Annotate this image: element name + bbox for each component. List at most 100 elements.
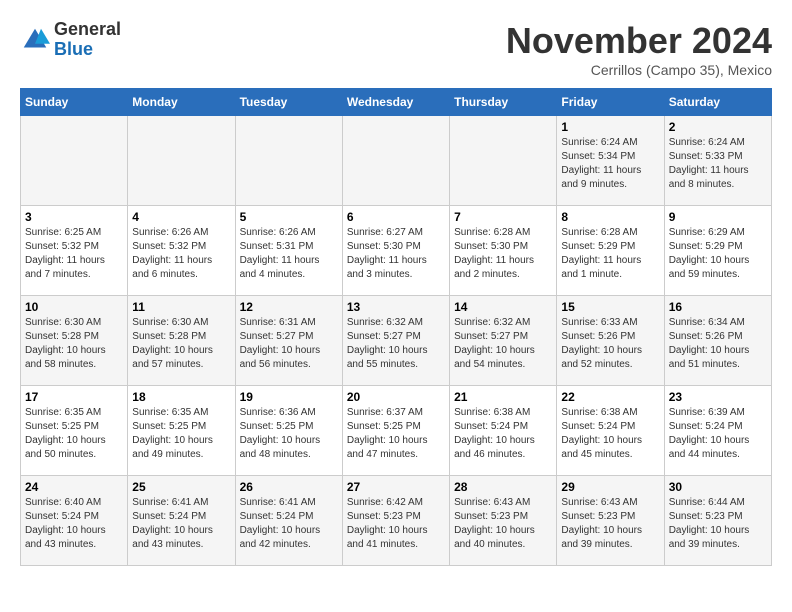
calendar-day-cell: 14Sunrise: 6:32 AM Sunset: 5:27 PM Dayli… bbox=[450, 296, 557, 386]
calendar-subtitle: Cerrillos (Campo 35), Mexico bbox=[506, 62, 772, 78]
day-info: Sunrise: 6:40 AM Sunset: 5:24 PM Dayligh… bbox=[25, 496, 123, 552]
calendar-day-cell: 20Sunrise: 6:37 AM Sunset: 5:25 PM Dayli… bbox=[342, 386, 449, 476]
day-number: 21 bbox=[454, 390, 552, 404]
day-info: Sunrise: 6:27 AM Sunset: 5:30 PM Dayligh… bbox=[347, 226, 445, 282]
day-info: Sunrise: 6:42 AM Sunset: 5:23 PM Dayligh… bbox=[347, 496, 445, 552]
calendar-day-cell: 2 Sunrise: 6:24 AM Sunset: 5:33 PM Daylig… bbox=[664, 116, 771, 206]
day-info: Sunrise: 6:30 AM Sunset: 5:28 PM Dayligh… bbox=[132, 316, 230, 372]
day-info: Sunrise: 6:43 AM Sunset: 5:23 PM Dayligh… bbox=[561, 496, 659, 552]
day-number: 8 bbox=[561, 210, 659, 224]
day-info: Sunrise: 6:32 AM Sunset: 5:27 PM Dayligh… bbox=[347, 316, 445, 372]
weekday-header: SundayMondayTuesdayWednesdayThursdayFrid… bbox=[21, 89, 772, 116]
day-info: Sunrise: 6:25 AM Sunset: 5:32 PM Dayligh… bbox=[25, 226, 123, 282]
weekday-header-cell: Friday bbox=[557, 89, 664, 116]
day-number: 14 bbox=[454, 300, 552, 314]
day-info: Sunrise: 6:31 AM Sunset: 5:27 PM Dayligh… bbox=[240, 316, 338, 372]
weekday-header-cell: Tuesday bbox=[235, 89, 342, 116]
day-number: 12 bbox=[240, 300, 338, 314]
calendar-day-cell: 7 Sunrise: 6:28 AM Sunset: 5:30 PM Daylig… bbox=[450, 206, 557, 296]
calendar-day-cell: 23Sunrise: 6:39 AM Sunset: 5:24 PM Dayli… bbox=[664, 386, 771, 476]
day-number: 10 bbox=[25, 300, 123, 314]
calendar-day-cell: 22 Sunrise: 6:38 AM Sunset: 5:24 PM Dayli… bbox=[557, 386, 664, 476]
calendar-day-cell bbox=[342, 116, 449, 206]
day-number: 7 bbox=[454, 210, 552, 224]
logo-blue: Blue bbox=[54, 39, 93, 59]
calendar-day-cell: 21 Sunrise: 6:38 AM Sunset: 5:24 PM Dayli… bbox=[450, 386, 557, 476]
calendar-day-cell: 6 Sunrise: 6:27 AM Sunset: 5:30 PM Daylig… bbox=[342, 206, 449, 296]
weekday-header-cell: Saturday bbox=[664, 89, 771, 116]
calendar-day-cell: 4 Sunrise: 6:26 AM Sunset: 5:32 PM Daylig… bbox=[128, 206, 235, 296]
day-number: 11 bbox=[132, 300, 230, 314]
day-info: Sunrise: 6:38 AM Sunset: 5:24 PM Dayligh… bbox=[561, 406, 659, 462]
day-number: 2 bbox=[669, 120, 767, 134]
day-number: 24 bbox=[25, 480, 123, 494]
day-info: Sunrise: 6:39 AM Sunset: 5:24 PM Dayligh… bbox=[669, 406, 767, 462]
day-number: 4 bbox=[132, 210, 230, 224]
calendar-day-cell: 30 Sunrise: 6:44 AM Sunset: 5:23 PM Dayli… bbox=[664, 476, 771, 566]
day-info: Sunrise: 6:35 AM Sunset: 5:25 PM Dayligh… bbox=[25, 406, 123, 462]
calendar-day-cell: 17 Sunrise: 6:35 AM Sunset: 5:25 PM Dayli… bbox=[21, 386, 128, 476]
day-info: Sunrise: 6:43 AM Sunset: 5:23 PM Dayligh… bbox=[454, 496, 552, 552]
calendar-week-row: 1 Sunrise: 6:24 AM Sunset: 5:34 PM Daylig… bbox=[21, 116, 772, 206]
calendar-day-cell: 16 Sunrise: 6:34 AM Sunset: 5:26 PM Dayli… bbox=[664, 296, 771, 386]
logo: General Blue bbox=[20, 20, 121, 60]
day-number: 30 bbox=[669, 480, 767, 494]
day-number: 18 bbox=[132, 390, 230, 404]
calendar-day-cell: 10 Sunrise: 6:30 AM Sunset: 5:28 PM Dayli… bbox=[21, 296, 128, 386]
calendar-day-cell: 27 Sunrise: 6:42 AM Sunset: 5:23 PM Dayli… bbox=[342, 476, 449, 566]
day-info: Sunrise: 6:28 AM Sunset: 5:30 PM Dayligh… bbox=[454, 226, 552, 282]
day-number: 27 bbox=[347, 480, 445, 494]
logo-text: General Blue bbox=[54, 20, 121, 60]
day-info: Sunrise: 6:37 AM Sunset: 5:25 PM Dayligh… bbox=[347, 406, 445, 462]
day-info: Sunrise: 6:36 AM Sunset: 5:25 PM Dayligh… bbox=[240, 406, 338, 462]
day-info: Sunrise: 6:29 AM Sunset: 5:29 PM Dayligh… bbox=[669, 226, 767, 282]
calendar-week-row: 10 Sunrise: 6:30 AM Sunset: 5:28 PM Dayli… bbox=[21, 296, 772, 386]
calendar-day-cell: 24 Sunrise: 6:40 AM Sunset: 5:24 PM Dayli… bbox=[21, 476, 128, 566]
day-info: Sunrise: 6:26 AM Sunset: 5:32 PM Dayligh… bbox=[132, 226, 230, 282]
calendar-week-row: 17 Sunrise: 6:35 AM Sunset: 5:25 PM Dayli… bbox=[21, 386, 772, 476]
header: General Blue November 2024 Cerrillos (Ca… bbox=[20, 20, 772, 78]
day-number: 16 bbox=[669, 300, 767, 314]
day-number: 26 bbox=[240, 480, 338, 494]
calendar-day-cell: 29 Sunrise: 6:43 AM Sunset: 5:23 PM Dayli… bbox=[557, 476, 664, 566]
weekday-header-cell: Monday bbox=[128, 89, 235, 116]
day-info: Sunrise: 6:34 AM Sunset: 5:26 PM Dayligh… bbox=[669, 316, 767, 372]
day-info: Sunrise: 6:33 AM Sunset: 5:26 PM Dayligh… bbox=[561, 316, 659, 372]
day-info: Sunrise: 6:30 AM Sunset: 5:28 PM Dayligh… bbox=[25, 316, 123, 372]
day-number: 15 bbox=[561, 300, 659, 314]
day-info: Sunrise: 6:26 AM Sunset: 5:31 PM Dayligh… bbox=[240, 226, 338, 282]
day-number: 25 bbox=[132, 480, 230, 494]
calendar-day-cell: 19Sunrise: 6:36 AM Sunset: 5:25 PM Dayli… bbox=[235, 386, 342, 476]
day-number: 1 bbox=[561, 120, 659, 134]
calendar-day-cell: 26 Sunrise: 6:41 AM Sunset: 5:24 PM Dayli… bbox=[235, 476, 342, 566]
day-number: 6 bbox=[347, 210, 445, 224]
day-info: Sunrise: 6:35 AM Sunset: 5:25 PM Dayligh… bbox=[132, 406, 230, 462]
day-info: Sunrise: 6:24 AM Sunset: 5:34 PM Dayligh… bbox=[561, 136, 659, 192]
calendar-day-cell: 12 Sunrise: 6:31 AM Sunset: 5:27 PM Dayli… bbox=[235, 296, 342, 386]
calendar-day-cell: 3 Sunrise: 6:25 AM Sunset: 5:32 PM Daylig… bbox=[21, 206, 128, 296]
calendar-day-cell bbox=[235, 116, 342, 206]
calendar-day-cell: 9 Sunrise: 6:29 AM Sunset: 5:29 PM Daylig… bbox=[664, 206, 771, 296]
weekday-header-cell: Sunday bbox=[21, 89, 128, 116]
title-area: November 2024 Cerrillos (Campo 35), Mexi… bbox=[506, 20, 772, 78]
calendar-day-cell: 15 Sunrise: 6:33 AM Sunset: 5:26 PM Dayli… bbox=[557, 296, 664, 386]
logo-general: General bbox=[54, 19, 121, 39]
day-number: 29 bbox=[561, 480, 659, 494]
day-number: 17 bbox=[25, 390, 123, 404]
weekday-header-cell: Thursday bbox=[450, 89, 557, 116]
day-info: Sunrise: 6:41 AM Sunset: 5:24 PM Dayligh… bbox=[240, 496, 338, 552]
day-info: Sunrise: 6:24 AM Sunset: 5:33 PM Dayligh… bbox=[669, 136, 767, 192]
day-number: 9 bbox=[669, 210, 767, 224]
day-info: Sunrise: 6:41 AM Sunset: 5:24 PM Dayligh… bbox=[132, 496, 230, 552]
calendar-day-cell: 18 Sunrise: 6:35 AM Sunset: 5:25 PM Dayli… bbox=[128, 386, 235, 476]
calendar-day-cell: 5Sunrise: 6:26 AM Sunset: 5:31 PM Daylig… bbox=[235, 206, 342, 296]
day-info: Sunrise: 6:28 AM Sunset: 5:29 PM Dayligh… bbox=[561, 226, 659, 282]
logo-icon bbox=[20, 25, 50, 55]
day-info: Sunrise: 6:38 AM Sunset: 5:24 PM Dayligh… bbox=[454, 406, 552, 462]
calendar-title: November 2024 bbox=[506, 20, 772, 62]
day-number: 22 bbox=[561, 390, 659, 404]
day-number: 3 bbox=[25, 210, 123, 224]
calendar-week-row: 3 Sunrise: 6:25 AM Sunset: 5:32 PM Daylig… bbox=[21, 206, 772, 296]
calendar-body: 1 Sunrise: 6:24 AM Sunset: 5:34 PM Daylig… bbox=[21, 116, 772, 566]
day-info: Sunrise: 6:44 AM Sunset: 5:23 PM Dayligh… bbox=[669, 496, 767, 552]
